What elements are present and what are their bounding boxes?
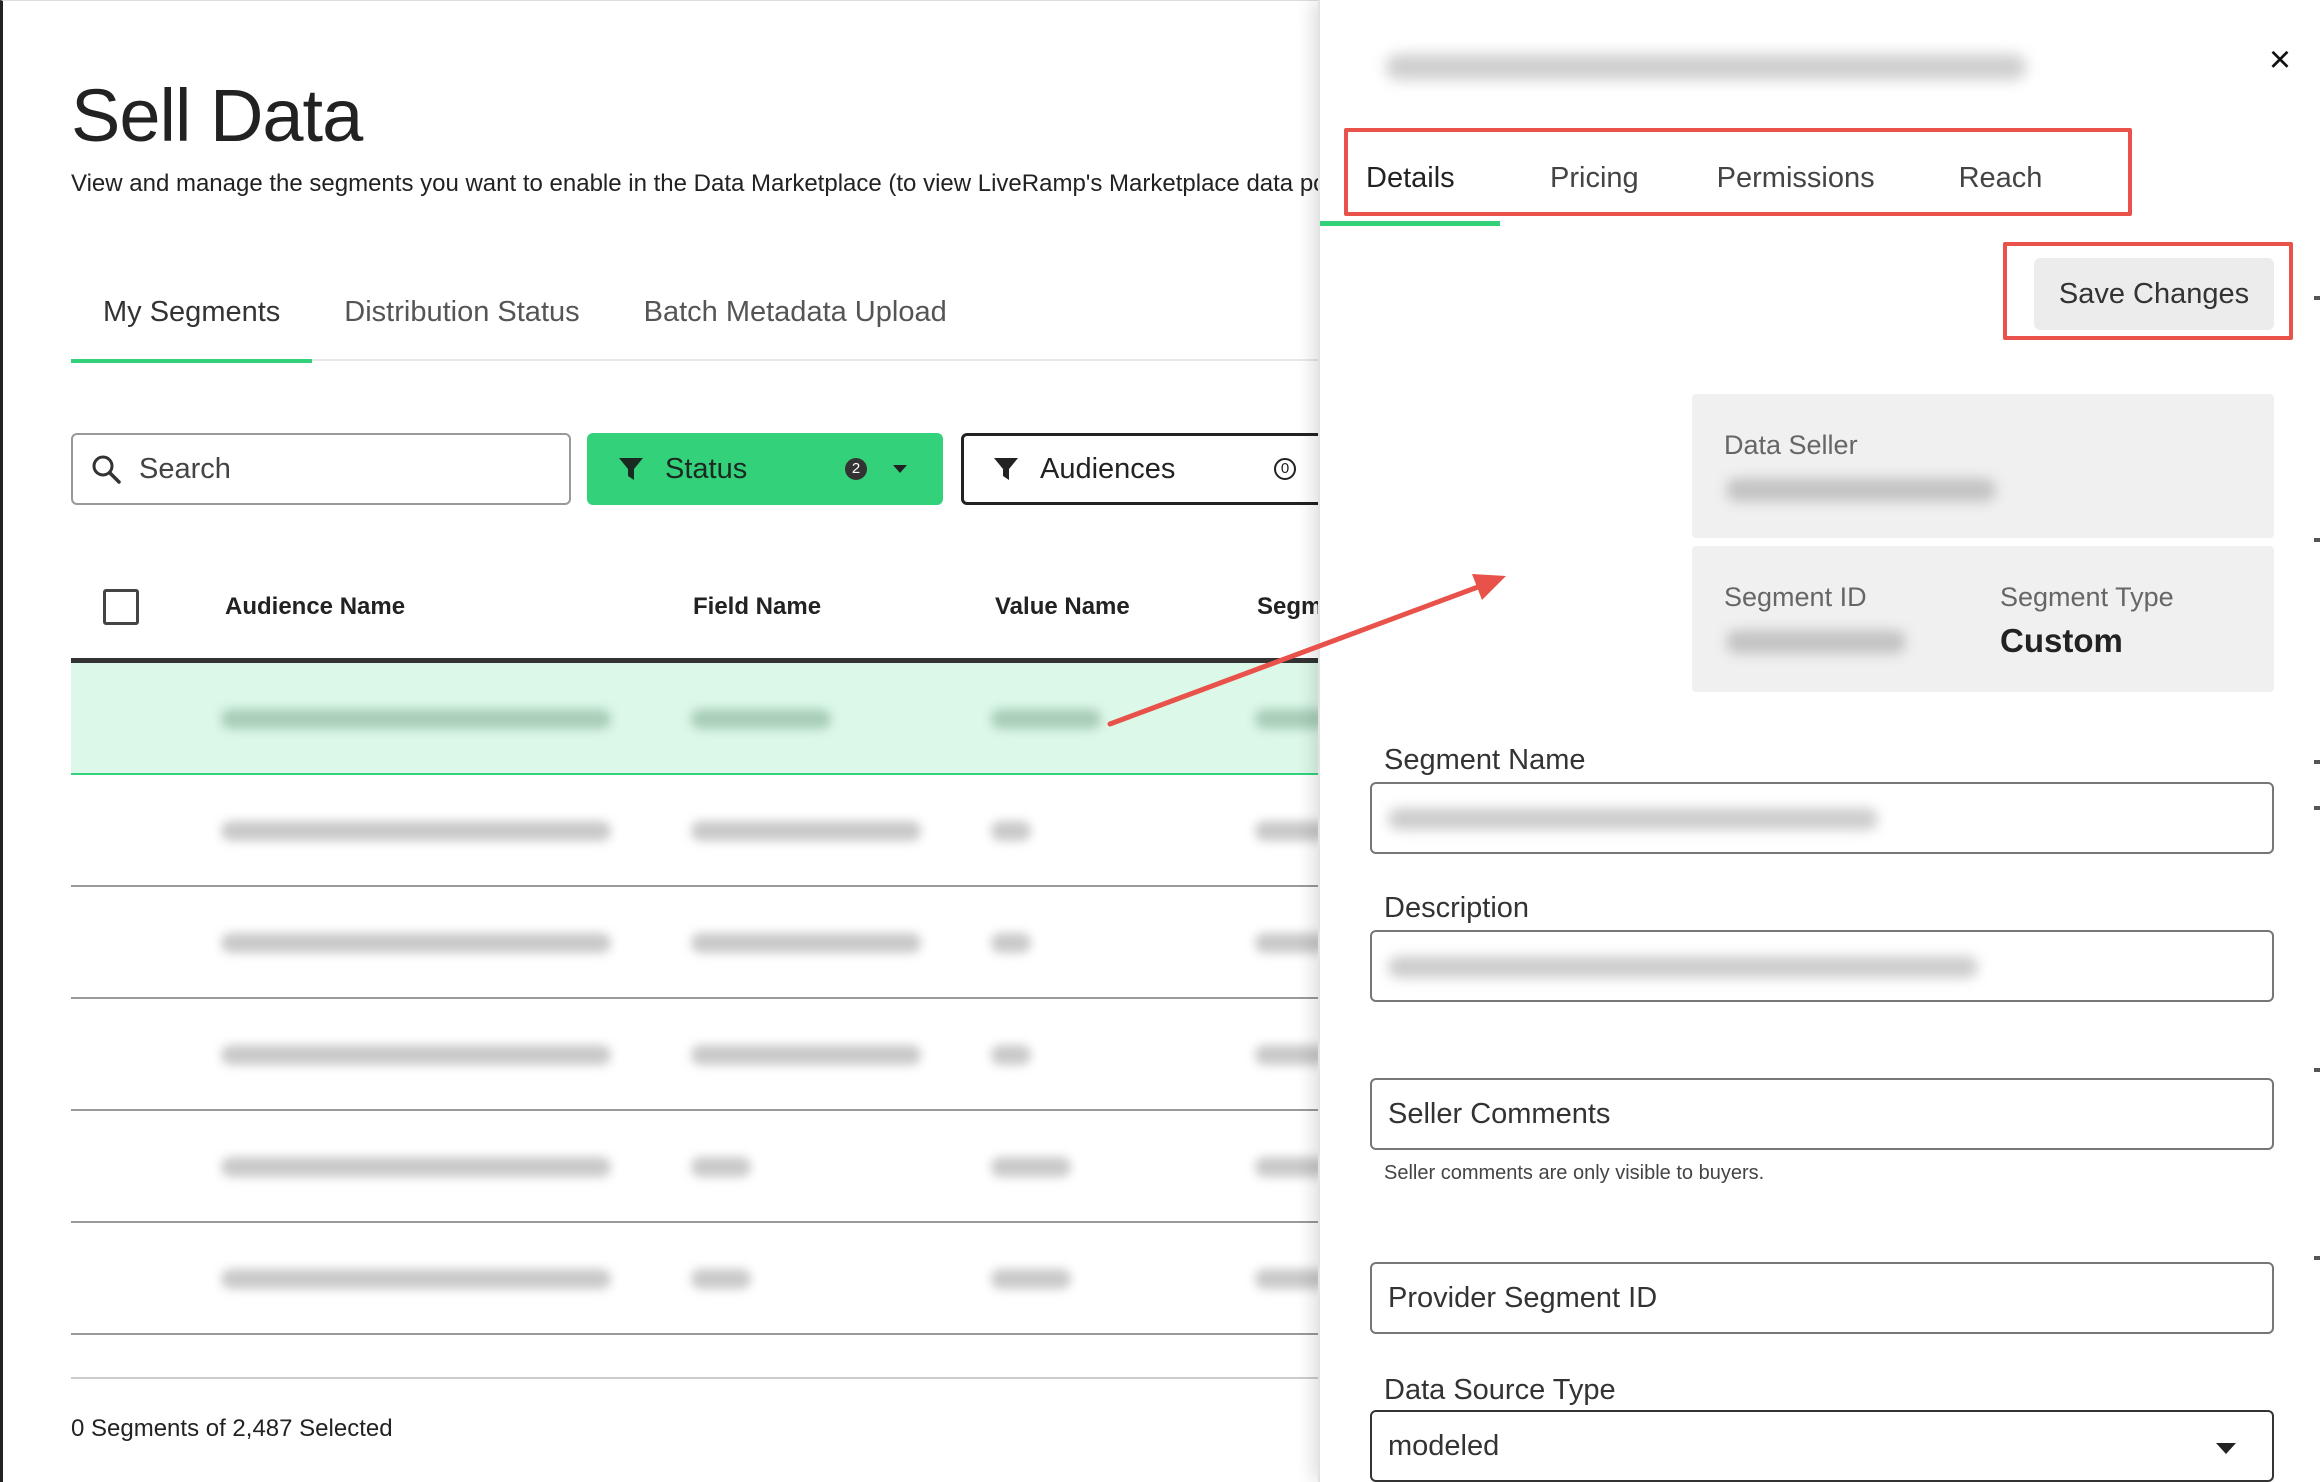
- close-icon[interactable]: ×: [2260, 40, 2300, 80]
- redacted-cell: [691, 1157, 751, 1177]
- redacted-cell: [991, 821, 1031, 841]
- redacted-cell: [1255, 821, 1320, 841]
- status-filter-button[interactable]: Status 2: [587, 433, 943, 505]
- table-row[interactable]: [71, 1223, 1320, 1335]
- audiences-count-badge: 0: [1274, 458, 1296, 480]
- tab-batch-metadata-upload[interactable]: Batch Metadata Upload: [612, 289, 979, 361]
- select-all-checkbox[interactable]: [103, 589, 139, 625]
- edge-mark: [2314, 1068, 2320, 1072]
- data-seller-card: Data Seller: [1692, 394, 2274, 538]
- edge-mark: [2314, 538, 2320, 542]
- redacted-cell: [1255, 709, 1320, 729]
- column-field-name[interactable]: Field Name: [693, 593, 821, 621]
- data-source-type-label: Data Source Type: [1384, 1374, 1616, 1406]
- table-row[interactable]: [71, 663, 1320, 775]
- redacted-cell: [691, 1045, 921, 1065]
- redacted-cell: [991, 1269, 1071, 1289]
- redacted-cell: [221, 933, 611, 953]
- edge-mark: [2314, 1256, 2320, 1260]
- redacted-cell: [221, 821, 611, 841]
- search-input[interactable]: Search: [71, 433, 571, 505]
- drawer-title-redacted: [1352, 40, 2052, 90]
- data-source-type-value: modeled: [1388, 1430, 1500, 1462]
- redacted-cell: [691, 933, 921, 953]
- filter-icon: [619, 458, 643, 480]
- redacted-cell: [691, 1269, 751, 1289]
- redacted-cell: [1255, 1269, 1320, 1289]
- redacted-description: [1388, 956, 1978, 978]
- segment-tabs: My Segments Distribution Status Batch Me…: [71, 289, 1320, 363]
- edge-mark: [2314, 760, 2320, 764]
- page-title: Sell Data: [71, 74, 363, 157]
- redacted-cell: [221, 1045, 611, 1065]
- table-row[interactable]: [71, 887, 1320, 999]
- audiences-filter-label: Audiences: [1040, 452, 1176, 485]
- page-description: View and manage the segments you want to…: [71, 168, 1320, 200]
- search-placeholder: Search: [139, 452, 231, 485]
- status-filter-label: Status: [665, 452, 748, 485]
- description-field[interactable]: [1370, 930, 2274, 1002]
- table-row[interactable]: [71, 1111, 1320, 1223]
- chevron-down-icon: [893, 465, 907, 473]
- redacted-cell: [221, 1157, 611, 1177]
- segment-details-drawer: × Details Pricing Permissions Reach Save…: [1318, 0, 2320, 1482]
- search-icon: [92, 455, 121, 484]
- redacted-cell: [991, 1157, 1071, 1177]
- page-description-text: View and manage the segments you want to…: [71, 170, 1320, 197]
- segment-type-value: Custom: [2000, 622, 2123, 659]
- table-row[interactable]: [71, 775, 1320, 887]
- column-segment[interactable]: Segme: [1257, 593, 1320, 621]
- redacted-title: [1386, 54, 2026, 80]
- save-highlight-box: [2003, 242, 2293, 340]
- redacted-cell: [991, 709, 1101, 729]
- segment-id-label: Segment ID: [1724, 582, 1867, 612]
- redacted-cell: [1255, 933, 1320, 953]
- tabs-highlight-box: [1344, 128, 2132, 216]
- redacted-data-seller: [1726, 478, 1996, 502]
- segment-name-label: Segment Name: [1384, 744, 1586, 776]
- redacted-cell: [991, 933, 1031, 953]
- data-source-type-select[interactable]: modeled: [1370, 1410, 2274, 1482]
- seller-comments-helper: Seller comments are only visible to buye…: [1384, 1162, 1765, 1184]
- redacted-cell: [691, 709, 831, 729]
- description-label: Description: [1384, 892, 1530, 924]
- redacted-segment-id: [1726, 630, 1906, 654]
- segment-type-label: Segment Type: [2000, 582, 2174, 612]
- redacted-cell: [1255, 1045, 1320, 1065]
- column-value-name[interactable]: Value Name: [995, 593, 1130, 621]
- provider-segment-id-placeholder: Provider Segment ID: [1388, 1282, 1658, 1314]
- edge-mark: [2314, 296, 2320, 300]
- table-row[interactable]: [71, 999, 1320, 1111]
- segment-name-field[interactable]: [1370, 782, 2274, 854]
- status-count-badge: 2: [845, 458, 867, 480]
- redacted-cell: [991, 1045, 1031, 1065]
- redacted-segment-name: [1388, 808, 1878, 830]
- seller-comments-field[interactable]: Seller Comments: [1370, 1078, 2274, 1150]
- redacted-cell: [221, 709, 611, 729]
- seller-comments-placeholder: Seller Comments: [1388, 1098, 1611, 1130]
- sell-data-page: Sell Data View and manage the segments y…: [0, 0, 1320, 1482]
- segments-table-body: [71, 663, 1320, 1335]
- chevron-down-icon: [2216, 1443, 2236, 1454]
- data-seller-label: Data Seller: [1724, 430, 1858, 460]
- tab-my-segments[interactable]: My Segments: [71, 289, 313, 363]
- segment-meta-card: Segment ID Segment Type Custom: [1692, 546, 2274, 692]
- redacted-cell: [1255, 1157, 1320, 1177]
- tab-distribution-status[interactable]: Distribution Status: [312, 289, 611, 361]
- table-footer-divider: [71, 1377, 1320, 1379]
- edge-mark: [2314, 806, 2320, 810]
- filter-icon: [994, 458, 1018, 480]
- provider-segment-id-field[interactable]: Provider Segment ID: [1370, 1262, 2274, 1334]
- redacted-cell: [221, 1269, 611, 1289]
- selection-count: 0 Segments of 2,487 Selected: [71, 1415, 393, 1442]
- edge-clip-marks: [2312, 0, 2320, 1482]
- column-audience-name[interactable]: Audience Name: [225, 593, 405, 621]
- table-header: Audience Name Field Name Value Name Segm…: [71, 571, 1320, 663]
- audiences-filter-button[interactable]: Audiences 0: [961, 433, 1320, 505]
- redacted-cell: [691, 821, 921, 841]
